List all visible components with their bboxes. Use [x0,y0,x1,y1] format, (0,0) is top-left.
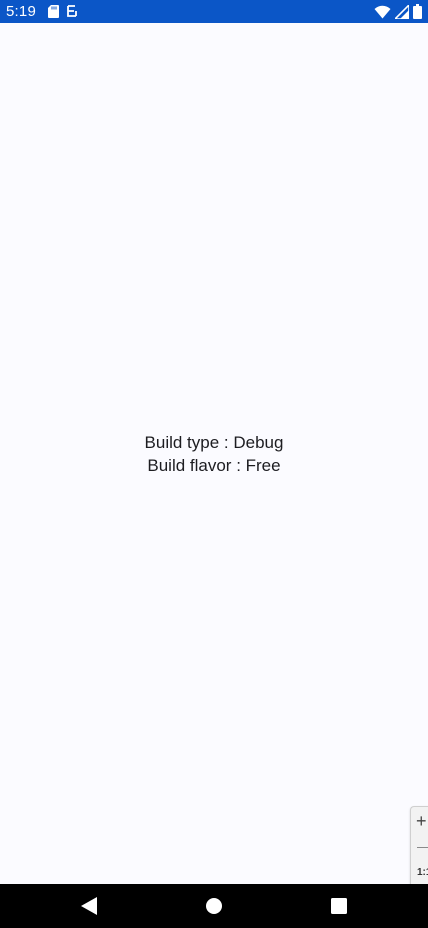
back-icon[interactable] [79,896,99,916]
sync-icon [66,4,78,18]
zoom-out-icon[interactable] [417,847,428,848]
wifi-icon [374,5,391,19]
sd-card-icon [48,4,59,18]
build-flavor-text: Build flavor : Free [147,456,281,475]
build-info: Build type : Debug Build flavor : Free [0,431,428,477]
navigation-bar [0,884,428,928]
battery-icon [413,4,422,19]
zoom-level-label[interactable]: 1:1 [417,867,428,879]
status-bar: 5:19 [0,0,428,23]
app-screen: 5:19 Build type: Debug Build flavor: F… [0,0,428,928]
zoom-in-icon[interactable]: + [416,812,427,830]
status-right-icons [374,4,422,19]
status-time: 5:19 [6,3,36,20]
status-left-icons [48,4,78,18]
home-icon[interactable] [204,896,224,916]
cellular-signal-icon [395,4,409,19]
recents-icon[interactable] [329,896,349,916]
build-type-text: Build type : Debug [144,433,284,452]
